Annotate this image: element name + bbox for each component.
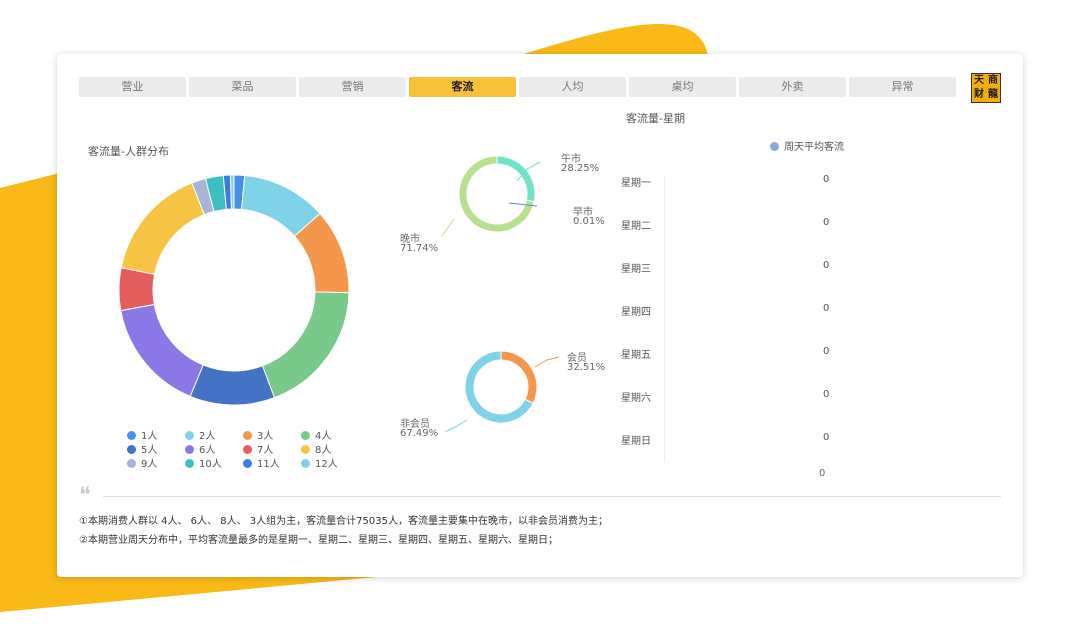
time-leader-line bbox=[442, 218, 455, 237]
time-slice-percent: 28.25% bbox=[561, 163, 600, 174]
summary-line-1: ①本期消费人群以 4人、 6人、 8人、 3人组为主，客流量合计75035人，客… bbox=[79, 516, 608, 527]
legend-label: 11人 bbox=[257, 459, 280, 470]
legend-dot bbox=[127, 431, 136, 440]
crowd-chart-title: 客流量-人群分布 bbox=[88, 145, 169, 158]
crowd-slice bbox=[118, 267, 156, 312]
weekday-label: 星期一 bbox=[621, 178, 651, 189]
weekday-label: 星期三 bbox=[621, 264, 651, 275]
crowd-slice bbox=[261, 291, 350, 399]
tab-traffic[interactable]: 客流 bbox=[409, 77, 516, 97]
tab-per-table[interactable]: 桌均 bbox=[629, 77, 736, 97]
legend-dot bbox=[185, 445, 194, 454]
logo-char: 龍 bbox=[988, 89, 998, 100]
legend-dot bbox=[243, 445, 252, 454]
weekday-value: 0 bbox=[823, 389, 830, 400]
time-slice-percent: 0.01% bbox=[573, 216, 605, 227]
legend-dot bbox=[301, 445, 310, 454]
tab-dishes[interactable]: 菜品 bbox=[189, 77, 296, 97]
legend-dot bbox=[127, 445, 136, 454]
weekday-label: 星期日 bbox=[621, 436, 651, 447]
summary-line-2: ②本期营业周天分布中，平均客流量最多的是星期一、星期二、星期三、星期四、星期五、… bbox=[79, 535, 558, 546]
member-slice-percent: 32.51% bbox=[567, 362, 606, 373]
legend-dot bbox=[127, 459, 136, 468]
tab-marketing[interactable]: 营销 bbox=[299, 77, 406, 97]
logo-char: 天 bbox=[974, 75, 984, 86]
member-leader-lines bbox=[444, 356, 560, 433]
weekday-label: 星期四 bbox=[621, 307, 651, 318]
legend-dot bbox=[243, 431, 252, 440]
legend-label: 10人 bbox=[199, 459, 222, 470]
legend-item[interactable]: 9人 bbox=[127, 455, 157, 470]
weekday-chart-title: 客流量-星期 bbox=[626, 112, 685, 125]
tab-per-capita[interactable]: 人均 bbox=[519, 77, 626, 97]
brand-logo: 天 商 财 龍 bbox=[971, 73, 1001, 103]
crowd-slice bbox=[189, 364, 276, 406]
weekday-legend-label: 周天平均客流 bbox=[784, 142, 844, 153]
crowd-donut-chart bbox=[118, 174, 350, 406]
weekday-value: 0 bbox=[823, 217, 830, 228]
legend-item[interactable]: 8人 bbox=[301, 441, 331, 456]
legend-item[interactable]: 1人 bbox=[127, 427, 157, 442]
weekday-value: 0 bbox=[823, 432, 830, 443]
weekday-label: 星期六 bbox=[621, 393, 651, 404]
legend-dot bbox=[185, 431, 194, 440]
legend-item[interactable]: 3人 bbox=[243, 427, 273, 442]
weekday-value: 0 bbox=[823, 303, 830, 314]
member-slice-percent: 67.49% bbox=[400, 428, 439, 439]
weekday-legend: 周天平均客流 bbox=[770, 138, 844, 153]
legend-item[interactable]: 11人 bbox=[243, 455, 280, 470]
weekday-label: 星期二 bbox=[621, 221, 651, 232]
logo-char: 财 bbox=[974, 89, 984, 100]
tab-takeout[interactable]: 外卖 bbox=[739, 77, 846, 97]
crowd-slice bbox=[229, 174, 235, 210]
legend-dot bbox=[301, 459, 310, 468]
legend-dot bbox=[243, 459, 252, 468]
legend-item[interactable]: 2人 bbox=[185, 427, 215, 442]
legend-item[interactable]: 12人 bbox=[301, 455, 338, 470]
weekday-value: 0 bbox=[823, 174, 830, 185]
weekday-value: 0 bbox=[823, 260, 830, 271]
legend-label: 12人 bbox=[315, 459, 338, 470]
weekday-label: 星期五 bbox=[621, 350, 651, 361]
crowd-slice bbox=[120, 303, 204, 397]
summary-divider bbox=[103, 496, 1001, 497]
time-slice-percent: 71.74% bbox=[400, 243, 439, 254]
legend-dot bbox=[770, 142, 779, 151]
legend-item[interactable]: 5人 bbox=[127, 441, 157, 456]
legend-item[interactable]: 7人 bbox=[243, 441, 273, 456]
crowd-slice bbox=[120, 182, 205, 275]
legend-label: 9人 bbox=[141, 459, 158, 470]
tab-business[interactable]: 营业 bbox=[79, 77, 186, 97]
legend-item[interactable]: 4人 bbox=[301, 427, 331, 442]
dashboard-card: 营业 菜品 营销 客流 人均 桌均 外卖 异常 天 商 财 龍 客流量-人群分布… bbox=[57, 54, 1023, 577]
legend-item[interactable]: 6人 bbox=[185, 441, 215, 456]
quote-icon: ❝ bbox=[79, 483, 91, 508]
weekday-axis-tick: 0 bbox=[819, 468, 826, 479]
legend-dot bbox=[185, 459, 194, 468]
weekday-axis-line bbox=[664, 176, 665, 462]
tab-bar: 营业 菜品 营销 客流 人均 桌均 外卖 异常 bbox=[79, 77, 956, 97]
tab-anomaly[interactable]: 异常 bbox=[849, 77, 956, 97]
legend-item[interactable]: 10人 bbox=[185, 455, 222, 470]
weekday-value: 0 bbox=[823, 346, 830, 357]
legend-dot bbox=[301, 431, 310, 440]
logo-char: 商 bbox=[988, 75, 998, 86]
